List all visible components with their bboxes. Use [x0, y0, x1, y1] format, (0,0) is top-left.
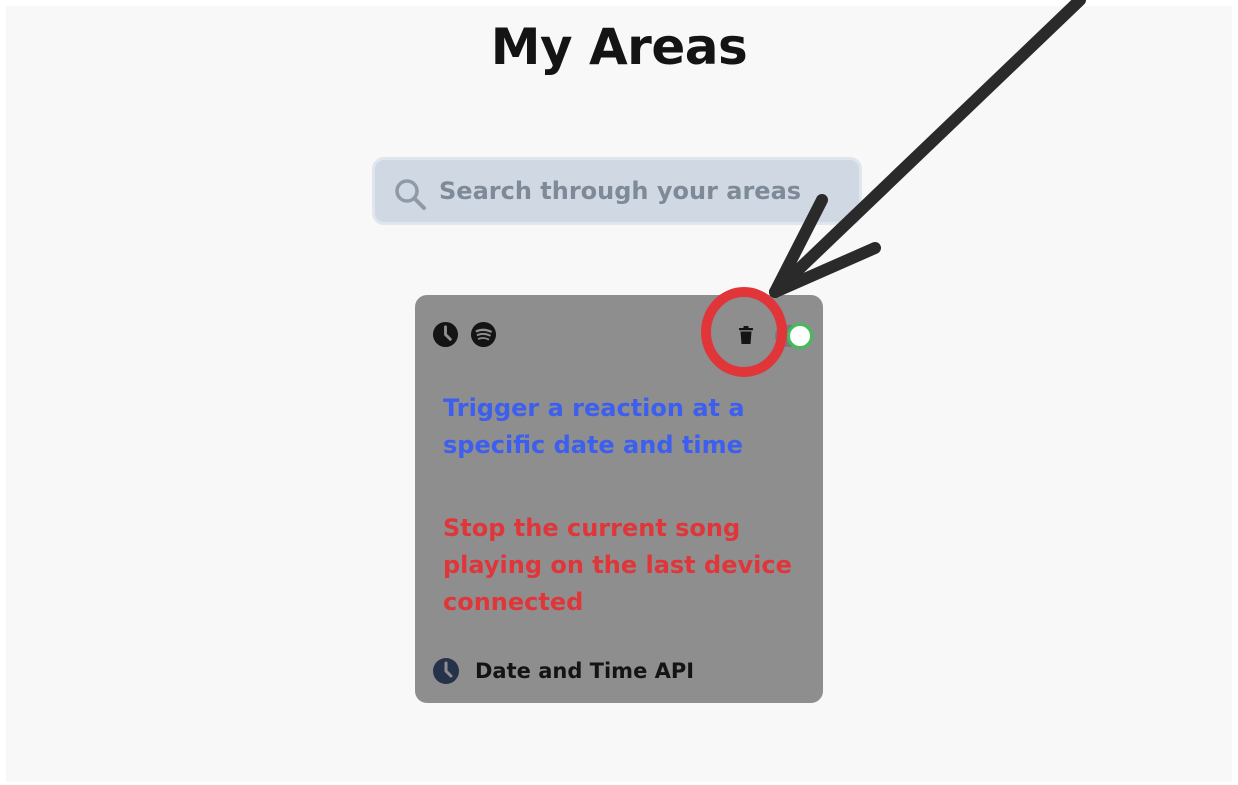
search-input[interactable] — [439, 160, 849, 222]
page-title: My Areas — [490, 18, 748, 76]
service-label: Date and Time API — [475, 659, 695, 683]
search-bar[interactable] — [372, 157, 862, 225]
trigger-description: Trigger a reaction at a specific date an… — [443, 394, 745, 459]
delete-button[interactable] — [731, 320, 761, 350]
area-card[interactable]: Trigger a reaction at a specific date an… — [415, 295, 823, 703]
search-icon — [395, 179, 426, 210]
clock-icon — [432, 321, 459, 348]
spotify-icon — [470, 321, 497, 348]
enable-toggle[interactable] — [787, 323, 813, 349]
clock-icon — [433, 658, 459, 684]
trash-icon — [739, 326, 753, 344]
reaction-description: Stop the current song playing on the las… — [443, 514, 792, 616]
